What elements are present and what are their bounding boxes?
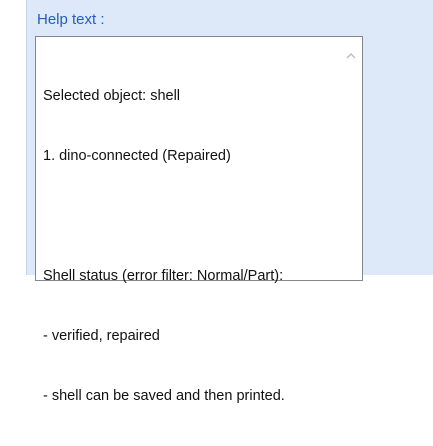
help-text-line: Selected object: shell <box>43 88 181 104</box>
help-text-line <box>43 206 338 226</box>
vertical-scrollbar[interactable] <box>340 37 362 280</box>
help-text-panel: Help text : Selected object: shell 1. di… <box>26 0 433 404</box>
help-text-box[interactable]: Selected object: shell 1. dino-connected… <box>35 36 363 404</box>
help-text-line: 1. dino-connected (Repaired) <box>43 148 231 164</box>
help-text-line: - shell can be saved and then printed. <box>43 388 285 404</box>
help-text-content: Selected object: shell 1. dino-connected… <box>43 46 338 446</box>
help-text-line: Shell status (error filter: Normal/Part)… <box>43 268 284 284</box>
chevron-up-icon[interactable] <box>344 49 358 63</box>
help-text-label: Help text : <box>37 11 105 28</box>
help-text-line: - verified, repaired <box>43 328 160 344</box>
